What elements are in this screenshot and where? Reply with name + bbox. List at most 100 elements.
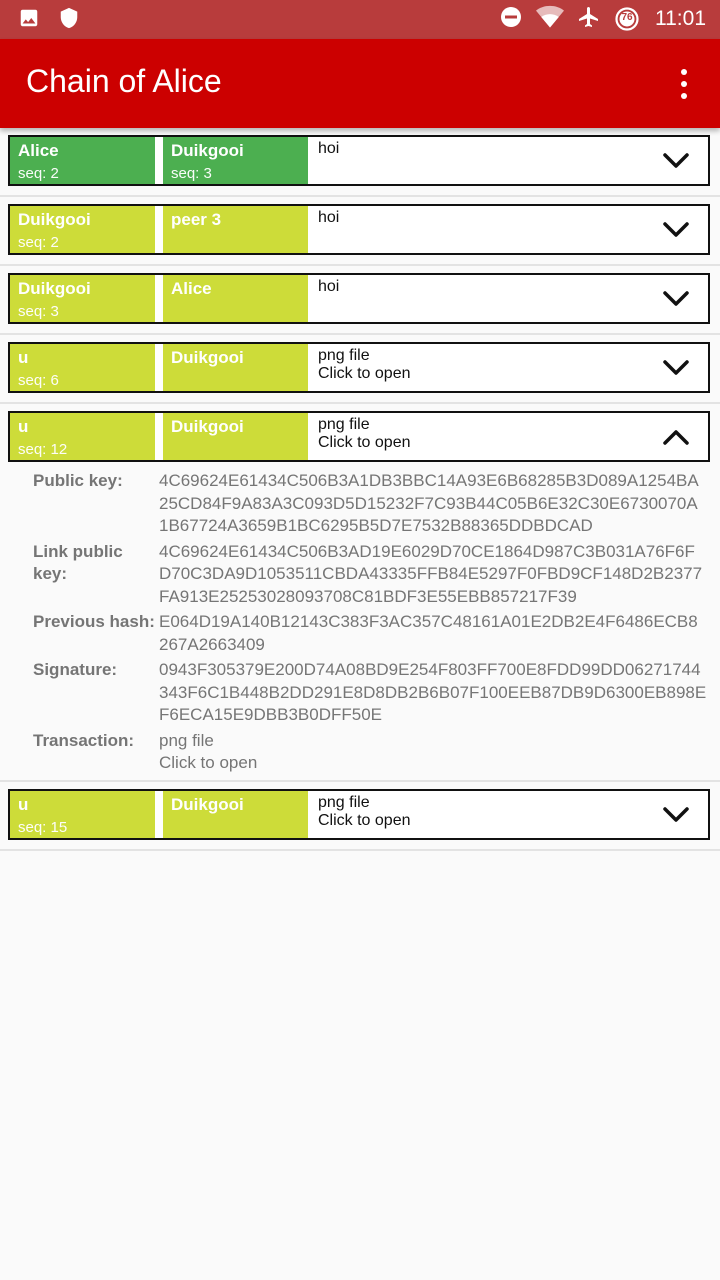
- block-card[interactable]: u seq: 12 Duikgooi png file Click to ope…: [8, 411, 710, 462]
- app-bar: Chain of Alice: [0, 39, 720, 128]
- transaction-summary: png file Click to open: [308, 413, 708, 460]
- block-list[interactable]: Alice seq: 2 Duikgooi seq: 3 hoi Duikgoo…: [0, 128, 720, 851]
- block-row[interactable]: u seq: 12 Duikgooi png file Click to ope…: [0, 404, 720, 782]
- image-icon: [18, 7, 40, 34]
- peer-cell-2: Duikgooi seq: 3: [163, 137, 308, 184]
- block-row[interactable]: Duikgooi seq: 2 peer 3 hoi: [0, 197, 720, 266]
- transaction-line-1: png file: [318, 347, 370, 364]
- transaction-line-1: png file: [318, 416, 370, 433]
- peer-seq: seq: 3: [18, 303, 59, 320]
- peer-name: Duikgooi: [18, 210, 91, 229]
- transaction-summary: hoi: [308, 206, 708, 253]
- transaction-line-2: Click to open: [318, 811, 411, 829]
- peer-cell-1: Duikgooi seq: 3: [10, 275, 155, 322]
- transaction-type: png file: [159, 730, 214, 750]
- chevron-down-icon[interactable]: [662, 220, 690, 240]
- peer-cell-2: Alice: [163, 275, 308, 322]
- separator: [155, 413, 163, 460]
- peer-cell-2: Duikgooi: [163, 344, 308, 391]
- detail-link-public-key: Link public key: 4C69624E61434C506B3AD19…: [33, 541, 712, 609]
- block-card[interactable]: Alice seq: 2 Duikgooi seq: 3 hoi: [8, 135, 710, 186]
- transaction-line-1: hoi: [318, 278, 340, 295]
- peer-cell-1: Duikgooi seq: 2: [10, 206, 155, 253]
- peer-seq: seq: 3: [171, 165, 212, 182]
- block-card[interactable]: u seq: 15 Duikgooi png file Click to ope…: [8, 788, 710, 840]
- peer-name: Duikgooi: [171, 348, 244, 367]
- separator: [155, 206, 163, 253]
- block-card[interactable]: u seq: 6 Duikgooi png file Click to open: [8, 342, 710, 393]
- peer-seq: seq: 2: [18, 165, 59, 182]
- transaction-open-link[interactable]: Click to open: [159, 752, 707, 775]
- shield-icon: [58, 7, 80, 34]
- peer-name: u: [18, 348, 29, 367]
- status-bar: 76 11:01: [0, 0, 720, 39]
- wifi-icon: [536, 5, 564, 34]
- block-row[interactable]: u seq: 15 Duikgooi png file Click to ope…: [0, 782, 720, 851]
- separator: [155, 790, 163, 838]
- peer-cell-2: Duikgooi: [163, 790, 308, 838]
- peer-seq: seq: 6: [18, 372, 59, 389]
- transaction-line-1: hoi: [318, 209, 340, 226]
- peer-seq: seq: 12: [18, 441, 68, 458]
- peer-name: u: [18, 794, 29, 814]
- peer-name: Duikgooi: [171, 794, 244, 814]
- transaction-line-1: hoi: [318, 140, 340, 157]
- detail-public-key: Public key: 4C69624E61434C506B3A1DB3BBC1…: [33, 470, 712, 538]
- transaction-summary: hoi: [308, 137, 708, 184]
- airplane-icon: [577, 5, 601, 34]
- do-not-disturb-icon: [499, 5, 523, 34]
- transaction-value[interactable]: png file Click to open: [159, 730, 707, 775]
- peer-cell-2: peer 3: [163, 206, 308, 253]
- status-left-icons: [18, 7, 80, 33]
- detail-signature: Signature: 0943F305379E200D74A08BD9E254F…: [33, 659, 712, 727]
- separator: [155, 137, 163, 184]
- peer-cell-1: u seq: 15: [10, 790, 155, 838]
- detail-previous-hash: Previous hash: E064D19A140B12143C383F3AC…: [33, 611, 712, 656]
- block-card[interactable]: Duikgooi seq: 3 Alice hoi: [8, 273, 710, 324]
- chevron-down-icon[interactable]: [662, 151, 690, 171]
- transaction-summary: hoi: [308, 275, 708, 322]
- detail-label: Signature:: [33, 660, 118, 679]
- peer-cell-1: Alice seq: 2: [10, 137, 155, 184]
- peer-seq: seq: 2: [18, 234, 59, 251]
- peer-name: Duikgooi: [171, 141, 244, 160]
- signature-value: 0943F305379E200D74A08BD9E254F803FF700E8F…: [159, 660, 707, 724]
- block-row[interactable]: Duikgooi seq: 3 Alice hoi: [0, 266, 720, 335]
- separator: [155, 275, 163, 322]
- chevron-up-icon[interactable]: [662, 427, 690, 447]
- block-row[interactable]: Alice seq: 2 Duikgooi seq: 3 hoi: [0, 128, 720, 197]
- transaction-line-2: Click to open: [318, 434, 411, 451]
- peer-name: Duikgooi: [171, 417, 244, 436]
- status-right-icons: 76 11:01: [499, 5, 706, 33]
- transaction-summary: png file Click to open: [308, 791, 708, 838]
- peer-cell-1: u seq: 12: [10, 413, 155, 460]
- detail-label: Previous hash:: [33, 612, 155, 631]
- peer-cell-2: Duikgooi: [163, 413, 308, 460]
- public-key-value: 4C69624E61434C506B3A1DB3BBC14A93E6B68285…: [159, 471, 699, 535]
- chevron-down-icon[interactable]: [662, 805, 690, 825]
- detail-transaction: Transaction: png file Click to open: [33, 730, 712, 775]
- chevron-down-icon[interactable]: [662, 289, 690, 309]
- block-card[interactable]: Duikgooi seq: 2 peer 3 hoi: [8, 204, 710, 255]
- block-details: Public key: 4C69624E61434C506B3A1DB3BBC1…: [8, 462, 712, 780]
- separator: [155, 344, 163, 391]
- block-row[interactable]: u seq: 6 Duikgooi png file Click to open: [0, 335, 720, 404]
- battery-level: 76: [621, 12, 633, 23]
- detail-label: Public key:: [33, 471, 123, 490]
- transaction-summary: png file Click to open: [308, 344, 708, 391]
- detail-label: Transaction:: [33, 730, 135, 750]
- detail-label: Link public key:: [33, 541, 123, 584]
- transaction-line-2: Click to open: [318, 365, 411, 382]
- peer-cell-1: u seq: 6: [10, 344, 155, 391]
- more-vert-icon[interactable]: [672, 69, 696, 99]
- link-public-key-value: 4C69624E61434C506B3AD19E6029D70CE1864D98…: [159, 541, 703, 606]
- previous-hash-value: E064D19A140B12143C383F3AC357C48161A01E2D…: [159, 612, 698, 654]
- peer-name: peer 3: [171, 210, 222, 229]
- peer-name: u: [18, 417, 29, 436]
- chevron-down-icon[interactable]: [662, 358, 690, 378]
- peer-name: Alice: [18, 141, 59, 160]
- clock: 11:01: [655, 7, 706, 30]
- peer-name: Duikgooi: [18, 279, 91, 298]
- battery-saver-icon: 76: [614, 6, 640, 32]
- transaction-line-1: png file: [318, 793, 370, 811]
